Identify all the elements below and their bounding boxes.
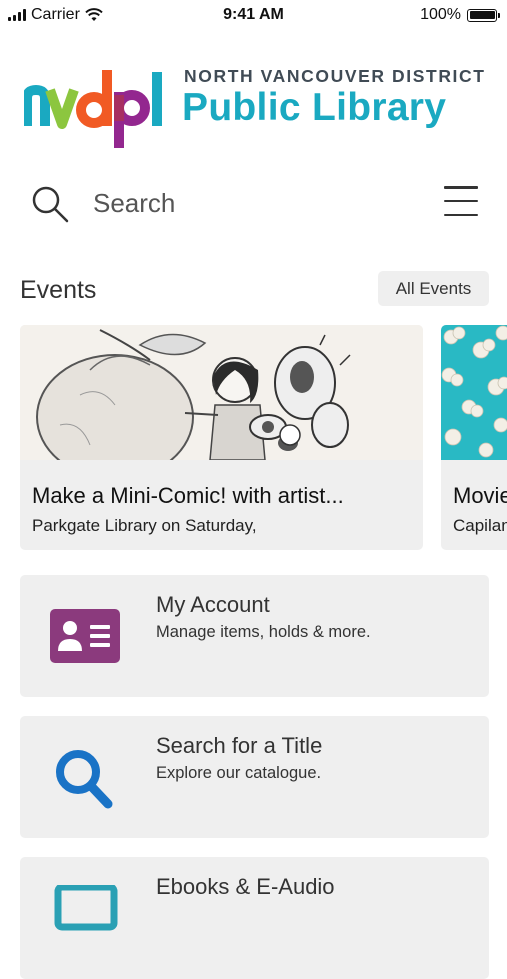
battery-icon bbox=[467, 8, 500, 22]
tile-title: Search for a Title bbox=[156, 733, 323, 758]
all-events-button[interactable]: All Events bbox=[378, 271, 489, 306]
search-bar[interactable]: Search bbox=[0, 178, 507, 228]
search-input[interactable]: Search bbox=[93, 188, 175, 219]
library-logo: NORTH VANCOUVER DISTRICT Public Library bbox=[24, 66, 484, 148]
event-image-comic-illustration bbox=[20, 325, 423, 460]
account-card-icon bbox=[50, 609, 120, 663]
magnifier-icon bbox=[56, 750, 113, 809]
nvdpl-logo-mark bbox=[24, 70, 162, 148]
logo-top-line: NORTH VANCOUVER DISTRICT bbox=[184, 66, 486, 86]
ebooks-tile[interactable]: Ebooks & E-Audio bbox=[20, 857, 489, 979]
search-icon[interactable] bbox=[30, 184, 70, 224]
my-account-tile[interactable]: My Account Manage items, holds & more. bbox=[20, 575, 489, 697]
tile-title: My Account bbox=[156, 592, 270, 617]
event-image-popcorn bbox=[441, 325, 507, 460]
event-card[interactable]: Movie Capilano bbox=[441, 325, 507, 550]
tile-subtitle: Explore our catalogue. bbox=[156, 764, 322, 782]
tile-title: Ebooks & E-Audio bbox=[156, 874, 335, 899]
battery-fill bbox=[469, 11, 495, 19]
event-card[interactable]: Make a Mini-Comic! with artist... Parkga… bbox=[20, 325, 423, 550]
event-subtitle: Capilano bbox=[453, 516, 507, 535]
logo-bottom-line: Public Library bbox=[182, 86, 447, 129]
status-right: 100% bbox=[420, 6, 500, 24]
event-subtitle: Parkgate Library on Saturday, bbox=[32, 516, 257, 535]
status-bar: Carrier 9:41 AM 100% bbox=[0, 0, 507, 30]
tile-subtitle: Manage items, holds & more. bbox=[156, 623, 371, 641]
battery-percent: 100% bbox=[420, 6, 461, 23]
search-title-tile[interactable]: Search for a Title Explore our catalogue… bbox=[20, 716, 489, 838]
hamburger-menu-icon[interactable] bbox=[444, 186, 478, 216]
events-heading: Events bbox=[20, 276, 97, 304]
device-icon bbox=[54, 885, 118, 931]
event-title: Make a Mini-Comic! with artist... bbox=[32, 483, 344, 508]
event-title: Movie bbox=[453, 483, 507, 508]
